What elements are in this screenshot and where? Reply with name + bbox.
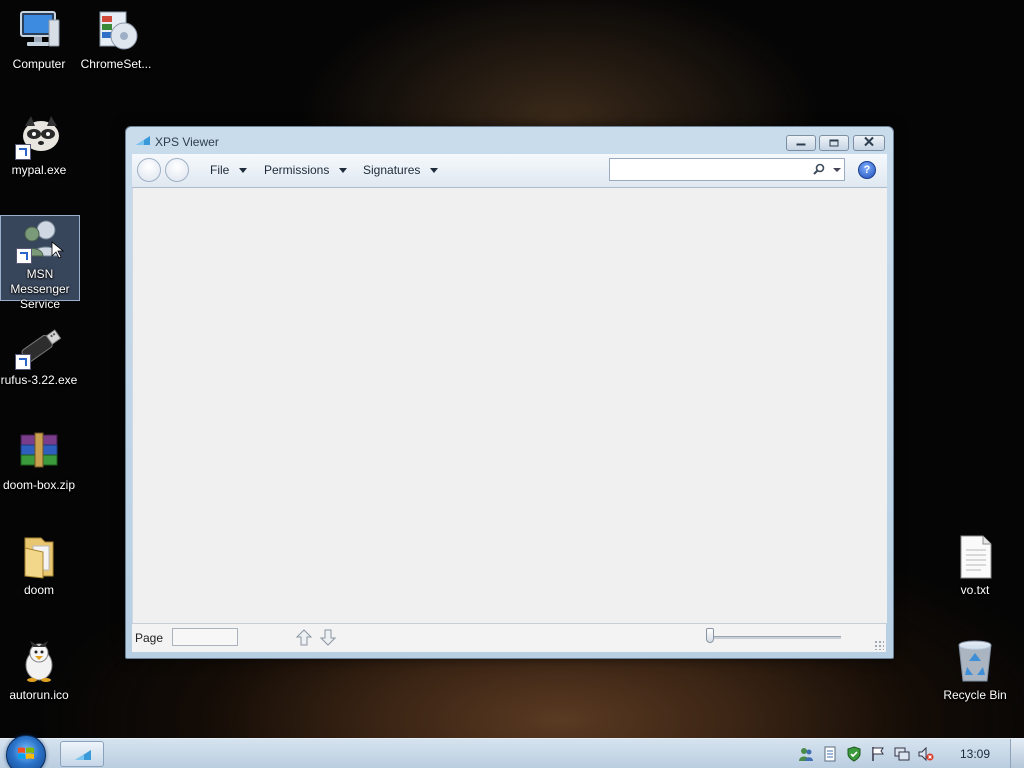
- search-icon[interactable]: [813, 163, 825, 175]
- menu-file[interactable]: File: [210, 163, 248, 177]
- desktop-icon-label: mypal.exe: [11, 163, 67, 177]
- window-titlebar[interactable]: XPS Viewer: [126, 127, 893, 154]
- document-icon[interactable]: [822, 746, 838, 762]
- winrar-archive-icon: [15, 427, 63, 475]
- xps-viewer-icon: [75, 750, 91, 760]
- menu-signatures-label: Signatures: [363, 163, 421, 177]
- toolbar: File Permissions Signatures ?: [132, 154, 887, 188]
- chevron-down-icon: [430, 168, 439, 174]
- desktop-icon-recycle-bin[interactable]: Recycle Bin: [936, 637, 1014, 703]
- search-box: [609, 158, 845, 181]
- network-users-icon[interactable]: [798, 746, 814, 762]
- forward-button[interactable]: [165, 158, 189, 182]
- navigation-buttons: [137, 158, 192, 182]
- action-center-flag-icon[interactable]: [870, 746, 886, 762]
- zoom-slider-thumb[interactable]: [706, 628, 714, 643]
- page-label: Page: [135, 631, 164, 645]
- recycle-bin-icon: [951, 637, 999, 685]
- desktop-icon-vo-txt[interactable]: vo.txt: [936, 532, 1014, 598]
- xps-viewer-window[interactable]: XPS Viewer File Permissions Signatures ?…: [125, 126, 894, 659]
- desktop-icon-doom-box-zip[interactable]: doom-box.zip: [0, 427, 78, 493]
- taskbar-clock[interactable]: 13:09: [948, 747, 1002, 761]
- desktop-icon-label: doom: [23, 583, 55, 597]
- search-options-dropdown[interactable]: [833, 168, 841, 172]
- desktop-icon-label: vo.txt: [960, 583, 990, 597]
- shortcut-arrow-icon: [16, 248, 32, 264]
- chevron-down-icon: [339, 168, 348, 174]
- desktop-icon-label: doom-box.zip: [2, 478, 76, 492]
- shortcut-arrow-icon: [15, 144, 31, 160]
- desktop-icon-label: MSN Messenger Service: [10, 267, 70, 311]
- start-button[interactable]: [6, 735, 46, 768]
- desktop-icon-computer[interactable]: Computer: [0, 6, 78, 72]
- shortcut-arrow-icon: [15, 354, 31, 370]
- chevron-down-icon: [239, 168, 248, 174]
- close-icon: [864, 136, 874, 150]
- desktop-icon-label: Computer: [12, 57, 66, 71]
- minimize-icon: [796, 141, 806, 146]
- desktop-icon-label: autorun.ico: [9, 688, 69, 702]
- maximize-button[interactable]: [819, 135, 849, 151]
- menu-permissions-label: Permissions: [264, 163, 330, 177]
- desktop-icon-label: ChromeSet...: [80, 57, 152, 71]
- penguin-icon: [15, 637, 63, 685]
- show-desktop-button[interactable]: [1010, 739, 1024, 768]
- network-icon[interactable]: [894, 746, 910, 762]
- desktop-icon-rufus[interactable]: rufus-3.22.exe: [0, 322, 78, 388]
- desktop-icon-chromesetup[interactable]: ChromeSet...: [77, 6, 155, 72]
- desktop-icon-label: Recycle Bin: [943, 688, 1007, 702]
- xps-viewer-icon: [136, 136, 150, 145]
- chrome-setup-icon: [92, 6, 140, 54]
- back-button[interactable]: [137, 158, 161, 182]
- document-area[interactable]: [132, 188, 887, 623]
- resize-grip[interactable]: [874, 640, 884, 650]
- raccoon-icon: [15, 112, 63, 160]
- volume-muted-icon[interactable]: [918, 746, 934, 762]
- text-file-icon: [951, 532, 999, 580]
- zoom-slider-track[interactable]: [707, 636, 841, 639]
- usb-drive-icon: [15, 322, 63, 370]
- desktop-icon-doom-folder[interactable]: doom: [0, 532, 78, 598]
- page-number-input[interactable]: [172, 628, 238, 646]
- desktop-icon-autorun[interactable]: autorun.ico: [0, 637, 78, 703]
- previous-page-icon[interactable]: [296, 629, 312, 646]
- desktop-icon-label: rufus-3.22.exe: [0, 373, 78, 387]
- msn-messenger-icon: [16, 216, 65, 264]
- menu-file-label: File: [210, 163, 230, 177]
- help-icon[interactable]: ?: [858, 161, 876, 179]
- security-shield-icon[interactable]: [846, 746, 862, 762]
- taskbar-item-xps-viewer[interactable]: [60, 741, 104, 767]
- menu-signatures[interactable]: Signatures: [363, 163, 439, 177]
- search-input[interactable]: [614, 161, 808, 179]
- maximize-icon: [829, 139, 839, 147]
- desktop-icon-msn-messenger[interactable]: MSN Messenger Service: [0, 215, 80, 311]
- close-button[interactable]: [853, 135, 885, 151]
- window-title: XPS Viewer: [155, 135, 219, 149]
- desktop-icon-mypal[interactable]: mypal.exe: [0, 112, 78, 178]
- status-bar: Page: [132, 623, 886, 652]
- minimize-button[interactable]: [786, 135, 816, 151]
- windows-logo-icon: [18, 747, 34, 759]
- taskbar: 13:09: [0, 735, 1024, 768]
- next-page-icon[interactable]: [320, 629, 336, 646]
- folder-icon: [15, 532, 63, 580]
- computer-icon: [15, 6, 63, 54]
- menu-permissions[interactable]: Permissions: [264, 163, 348, 177]
